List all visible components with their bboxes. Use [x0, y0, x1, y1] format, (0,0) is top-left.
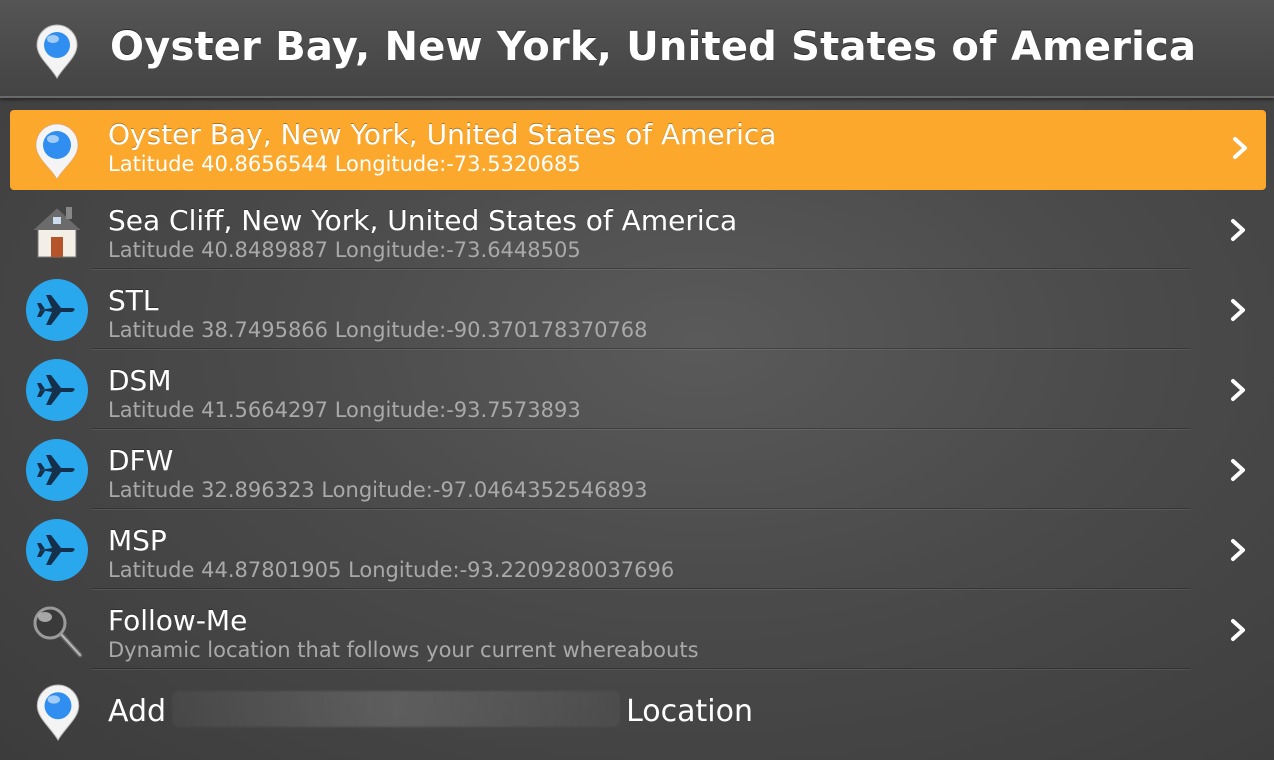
page-title: Oyster Bay, New York, United States of A… [110, 24, 1197, 70]
add-location-label: Add Location [108, 690, 753, 731]
list-item-msp[interactable]: MSP Latitude 44.87801905 Longitude:-93.2… [0, 510, 1274, 590]
location-name: DFW [108, 444, 174, 477]
airplane-icon [26, 439, 88, 501]
airplane-icon [26, 279, 88, 341]
chevron-right-icon [1231, 299, 1245, 321]
list-item-sea-cliff[interactable]: Sea Cliff, New York, United States of Am… [0, 190, 1274, 270]
chevron-right-icon [1231, 619, 1245, 641]
location-coordinates: Latitude 32.896323 Longitude:-97.0464352… [108, 478, 648, 502]
add-location-button[interactable]: Add Location [0, 672, 1274, 752]
chevron-right-icon [1231, 379, 1245, 401]
location-coordinates: Latitude 40.8489887 Longitude:-73.644850… [108, 238, 581, 262]
add-location-suffix: Location [626, 694, 753, 729]
airplane-icon [26, 519, 88, 581]
location-coordinates: Latitude 38.7495866 Longitude:-90.370178… [108, 318, 648, 342]
location-coordinates: Latitude 40.8656544 Longitude:-73.532068… [108, 152, 581, 176]
list-item-follow-me[interactable]: Follow-Me Dynamic location that follows … [0, 590, 1274, 670]
location-coordinates: Latitude 41.5664297 Longitude:-93.757389… [108, 398, 581, 422]
location-name: STL [108, 284, 159, 317]
map-pin-icon [36, 684, 80, 741]
header-bar: Oyster Bay, New York, United States of A… [0, 0, 1274, 98]
location-name: MSP [108, 524, 167, 557]
chevron-right-icon [1233, 137, 1247, 159]
chevron-right-icon [1231, 539, 1245, 561]
redacted-location-name [172, 690, 621, 727]
list-item-dfw[interactable]: DFW Latitude 32.896323 Longitude:-97.046… [0, 430, 1274, 510]
add-location-prefix: Add [108, 694, 167, 729]
row-divider [92, 669, 1190, 670]
list-item-stl[interactable]: STL Latitude 38.7495866 Longitude:-90.37… [0, 270, 1274, 350]
location-name: Oyster Bay, New York, United States of A… [108, 118, 777, 151]
chevron-right-icon [1231, 219, 1245, 241]
location-name: Follow-Me [108, 604, 248, 637]
chevron-right-icon [1231, 459, 1245, 481]
map-pin-icon [35, 123, 79, 180]
location-panel: Oyster Bay, New York, United States of A… [0, 0, 1274, 760]
list-item-dsm[interactable]: DSM Latitude 41.5664297 Longitude:-93.75… [0, 350, 1274, 430]
house-icon [31, 205, 83, 258]
location-name: Sea Cliff, New York, United States of Am… [108, 204, 738, 237]
location-name: DSM [108, 364, 172, 397]
map-pin-icon [36, 24, 78, 79]
location-coordinates: Latitude 44.87801905 Longitude:-93.22092… [108, 558, 675, 582]
magnifier-icon [33, 606, 83, 658]
list-item-oyster-bay[interactable]: Oyster Bay, New York, United States of A… [10, 110, 1266, 190]
airplane-icon [26, 359, 88, 421]
location-description: Dynamic location that follows your curre… [108, 638, 699, 662]
